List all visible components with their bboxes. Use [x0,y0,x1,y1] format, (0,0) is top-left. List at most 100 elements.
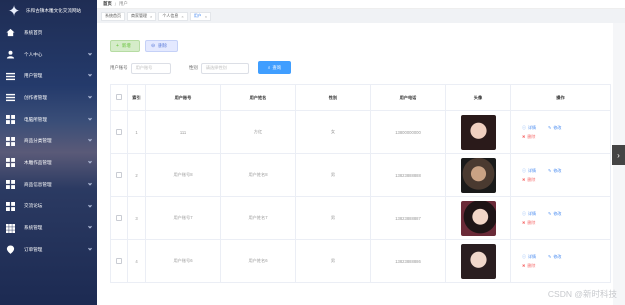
grid-icon [6,136,15,146]
edit-label: 修改 [553,253,562,259]
cell-avatar [445,239,511,283]
main-content: + 新增 ⊖ 删除 用户账号 用户账号 性别 请选择性别 ⌕ 查询 索引 用户账… [97,23,612,305]
cell-actions: ⓘ 详情 ✎ 修改 ✖ 删除 [510,196,611,240]
delete-row-button[interactable]: ✖ 删除 [522,220,535,226]
tab-users[interactable]: 用户 × [189,11,212,21]
avatar [460,243,496,279]
chevron-down-icon [88,117,92,121]
info-icon: ⓘ [522,210,526,216]
select-all-cell [110,84,128,111]
watermark: CSDN @新时科技 [547,289,617,299]
cell-phone: 13800000000 [370,110,446,154]
delete-row-button[interactable]: ✖ 删除 [522,134,535,140]
detail-button[interactable]: ⓘ 详情 [522,254,536,260]
sidebar-item-computer[interactable]: 电脑所管理 [0,109,97,131]
location-icon [6,245,15,255]
delete-label: 删除 [527,219,536,225]
info-icon: ⓘ [522,167,526,173]
row-select-cell [110,110,128,154]
sidebar-item-forum[interactable]: 交流论坛 [0,196,97,218]
trash-icon: ✖ [522,220,526,225]
trash-icon: ✖ [522,263,526,268]
tab-label: 用户 [193,13,202,18]
header-account: 用户账号 [145,84,221,111]
tab-home[interactable]: 系统首页 [101,11,125,21]
header-phone: 用户电话 [370,84,446,111]
account-input[interactable]: 用户账号 [130,62,171,74]
edit-button[interactable]: ✎ 修改 [548,211,561,217]
tab-profile[interactable]: 个人信息 × [158,11,188,21]
row-checkbox[interactable] [116,257,122,264]
plus-icon: + [116,43,119,49]
cell-index: 2 [127,153,146,197]
tab-merchants[interactable]: 商家管理 × [127,11,157,21]
chevron-down-icon [88,138,92,143]
chevron-right-icon[interactable]: › [612,145,625,165]
row-checkbox[interactable] [116,171,122,178]
detail-button[interactable]: ⓘ 详情 [522,168,536,174]
close-icon[interactable]: × [205,14,207,19]
row-checkbox[interactable] [116,214,122,221]
sidebar-item-orders[interactable]: 订单管理 [0,239,97,261]
cell-phone: 13823888887 [370,196,446,240]
sidebar-item-label: 商品信息管理 [24,181,52,187]
sidebar-item-categories[interactable]: 商品分类管理 [0,130,97,152]
cell-avatar [445,196,511,240]
edit-button[interactable]: ✎ 修改 [548,168,561,174]
breadcrumb-home[interactable]: 首页 [103,1,112,7]
table-header-row: 索引 用户账号 用户姓名 性别 用户电话 头像 操作 [110,84,611,111]
cell-avatar [445,153,511,197]
cell-gender: 男 [295,153,371,197]
cell-account: 用户账号7 [145,196,221,240]
row-checkbox[interactable] [116,128,122,135]
chevron-down-icon [88,182,92,186]
tab-label: 系统首页 [105,13,121,18]
info-icon: ⓘ [522,124,526,130]
header-gender: 性别 [295,84,371,111]
sidebar-item-users[interactable]: 用户管理 [0,65,97,87]
cell-account: 111 [145,110,221,154]
detail-button[interactable]: ⓘ 详情 [522,211,536,217]
avatar [460,114,496,150]
close-icon[interactable]: × [150,14,152,19]
sidebar-item-label: 电脑所管理 [24,116,47,122]
table-row: 2 用户账号8 用户姓名8 男 13823888888 ⓘ 详情 ✎ 修改 ✖ 删除 [110,153,611,197]
home-icon [6,28,15,37]
cell-actions: ⓘ 详情 ✎ 修改 ✖ 删除 [510,110,611,154]
sidebar-item-system[interactable]: 系统管理 [0,217,97,239]
cell-name: 用户姓名7 [220,196,296,240]
cell-gender: 男 [295,196,371,240]
delete-button[interactable]: ⊖ 删除 [145,40,178,52]
sidebar-item-products[interactable]: 商品信息管理 [0,174,97,196]
grid-icon [6,201,15,211]
search-button[interactable]: ⌕ 查询 [258,61,291,74]
delete-row-button[interactable]: ✖ 删除 [522,263,535,269]
sidebar-item-creators[interactable]: 创作者管理 [0,87,97,109]
sidebar-item-label: 木雕作品管理 [24,159,52,165]
edit-button[interactable]: ✎ 修改 [548,254,561,260]
star-logo-icon: ✦ [7,3,21,20]
grid-icon [6,223,15,233]
sidebar-item-woodcarvings[interactable]: 木雕作品管理 [0,152,97,174]
delete-row-button[interactable]: ✖ 删除 [522,177,535,183]
add-button[interactable]: + 新增 [110,40,140,52]
sidebar-item-label: 个人中心 [24,51,43,57]
edit-label: 修改 [553,210,562,216]
edit-button[interactable]: ✎ 修改 [548,125,561,131]
close-icon[interactable]: × [181,14,183,19]
sidebar-item-profile[interactable]: 个人中心 [0,44,97,66]
detail-button[interactable]: ⓘ 详情 [522,125,536,131]
breadcrumb-separator: / [114,1,117,7]
table-row: 4 用户账号6 用户姓名6 男 13823888886 ⓘ 详情 ✎ 修改 ✖ 删除 [110,239,611,283]
delete-label: 删除 [527,262,536,268]
info-icon: ⓘ [522,253,526,259]
gender-select[interactable]: 请选择性别 [200,62,249,74]
chevron-down-icon [88,160,92,164]
sidebar-item-label: 订单管理 [24,246,43,252]
list-icon [6,72,15,81]
cell-index: 3 [127,196,146,240]
sidebar-menu: 系统首页 个人中心 用户管理 创作者管理 电脑所管理 商品分类管理 木雕作品管理… [0,22,97,261]
cell-name: 用户姓名6 [220,239,296,283]
select-all-checkbox[interactable] [116,94,122,100]
sidebar-item-home[interactable]: 系统首页 [0,22,97,44]
